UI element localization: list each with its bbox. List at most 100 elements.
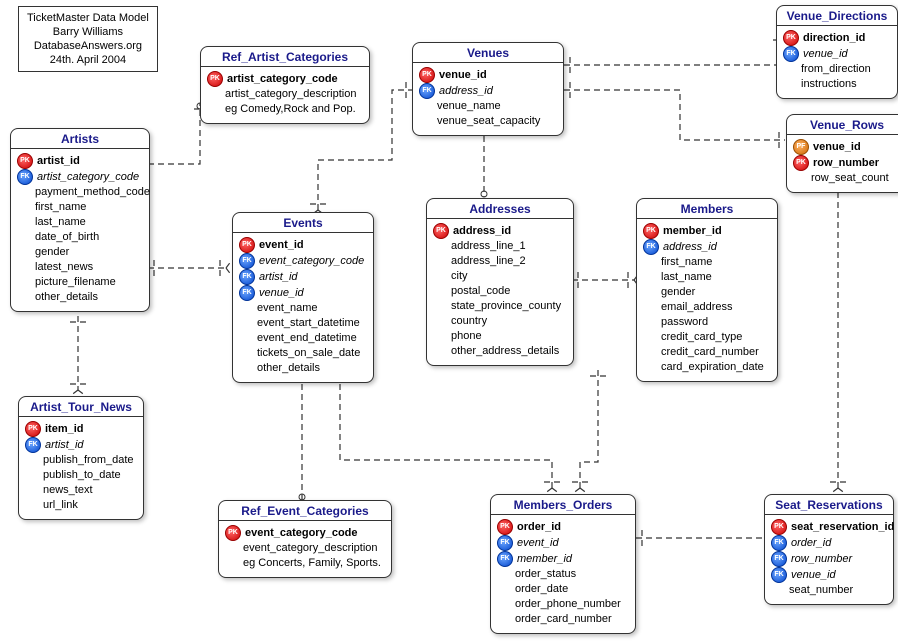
attribute-text: latest_news <box>35 260 93 275</box>
fk-icon <box>497 551 513 567</box>
attribute-text: venue_name <box>437 99 501 114</box>
entity-ref-event-categories: Ref_Event_Categories event_category_code… <box>218 500 392 578</box>
spacer-icon <box>643 331 657 345</box>
attribute-text: event_start_datetime <box>257 316 360 331</box>
attribute-row: seat_number <box>771 583 887 598</box>
spacer-icon <box>771 584 785 598</box>
attribute-row: order_card_number <box>497 612 629 627</box>
attribute-row: artist_category_code <box>17 169 143 185</box>
entity-body-members-orders: order_idevent_idmember_idorder_statusord… <box>491 515 635 633</box>
attribute-row: latest_news <box>17 260 143 275</box>
entity-body-venue-directions: direction_idvenue_idfrom_directioninstru… <box>777 26 897 98</box>
attribute-text: url_link <box>43 498 78 513</box>
attribute-row: row_seat_count <box>793 171 898 186</box>
entity-body-venue-rows: venue_idrow_numberrow_seat_count <box>787 135 898 192</box>
attribute-text: seat_reservation_id <box>791 520 894 535</box>
spacer-icon <box>239 347 253 361</box>
entity-events: Events event_idevent_category_codeartist… <box>232 212 374 383</box>
pk-icon <box>783 30 799 46</box>
fk-icon <box>239 253 255 269</box>
attribute-text: row_number <box>791 552 852 567</box>
attribute-row: gender <box>643 285 771 300</box>
attribute-text: order_card_number <box>515 612 612 627</box>
pk-icon <box>207 71 223 87</box>
attribute-row: state_province_county <box>433 299 567 314</box>
spacer-icon <box>17 246 31 260</box>
spacer-icon <box>207 103 221 117</box>
attribute-row: event_start_datetime <box>239 316 367 331</box>
spacer-icon <box>497 583 511 597</box>
attribute-row: item_id <box>25 421 137 437</box>
attribute-row: event_category_code <box>225 525 385 541</box>
spacer-icon <box>433 285 447 299</box>
entity-title: Venue_Directions <box>777 6 897 26</box>
entity-body-ref-event-categories: event_category_codeevent_category_descri… <box>219 521 391 577</box>
attribute-text: member_id <box>517 552 572 567</box>
attribute-text: first_name <box>35 200 86 215</box>
attribute-text: member_id <box>663 224 722 239</box>
attribute-row: venue_seat_capacity <box>419 114 557 129</box>
attribute-row: first_name <box>643 255 771 270</box>
spacer-icon <box>25 454 39 468</box>
attribute-row: artist_category_description <box>207 87 363 102</box>
attribute-row: venue_id <box>419 67 557 83</box>
attribute-text: last_name <box>35 215 86 230</box>
info-box: TicketMaster Data Model Barry Williams D… <box>18 6 158 72</box>
attribute-row: event_name <box>239 301 367 316</box>
attribute-row: address_line_2 <box>433 254 567 269</box>
attribute-text: venue_id <box>259 286 304 301</box>
attribute-text: eg Comedy,Rock and Pop. <box>225 102 356 117</box>
attribute-row: publish_from_date <box>25 453 137 468</box>
spacer-icon <box>433 345 447 359</box>
attribute-text: address_id <box>453 224 511 239</box>
attribute-text: order_id <box>517 520 561 535</box>
attribute-text: country <box>451 314 487 329</box>
attribute-text: last_name <box>661 270 712 285</box>
attribute-text: venue_id <box>803 47 848 62</box>
spacer-icon <box>225 557 239 571</box>
attribute-row: row_number <box>793 155 898 171</box>
attribute-text: artist_category_code <box>37 170 139 185</box>
entity-ref-artist-categories: Ref_Artist_Categories artist_category_co… <box>200 46 370 124</box>
attribute-row: member_id <box>643 223 771 239</box>
attribute-text: tickets_on_sale_date <box>257 346 360 361</box>
attribute-row: city <box>433 269 567 284</box>
attribute-row: order_id <box>497 519 629 535</box>
pk-icon <box>793 155 809 171</box>
attribute-row: member_id <box>497 551 629 567</box>
spacer-icon <box>643 256 657 270</box>
entity-title: Events <box>233 213 373 233</box>
attribute-row: address_id <box>433 223 567 239</box>
attribute-text: venue_id <box>791 568 836 583</box>
spacer-icon <box>17 276 31 290</box>
spacer-icon <box>643 361 657 375</box>
spacer-icon <box>643 301 657 315</box>
entity-members: Members member_idaddress_idfirst_namelas… <box>636 198 778 382</box>
attribute-text: venue_seat_capacity <box>437 114 540 129</box>
attribute-row: picture_filename <box>17 275 143 290</box>
pk-icon <box>497 519 513 535</box>
spacer-icon <box>433 315 447 329</box>
attribute-text: payment_method_code <box>35 185 150 200</box>
spacer-icon <box>497 613 511 627</box>
attribute-text: event_end_datetime <box>257 331 357 346</box>
attribute-row: order_status <box>497 567 629 582</box>
spacer-icon <box>497 568 511 582</box>
entity-artist-tour-news: Artist_Tour_News item_idartist_idpublish… <box>18 396 144 520</box>
entity-title: Ref_Artist_Categories <box>201 47 369 67</box>
attribute-text: from_direction <box>801 62 871 77</box>
attribute-row: payment_method_code <box>17 185 143 200</box>
attribute-row: password <box>643 315 771 330</box>
attribute-text: other_details <box>257 361 320 376</box>
attribute-text: instructions <box>801 77 857 92</box>
attribute-text: order_status <box>515 567 576 582</box>
attribute-text: event_category_code <box>245 526 358 541</box>
fk-icon <box>239 285 255 301</box>
attribute-row: eg Concerts, Family, Sports. <box>225 556 385 571</box>
entity-body-members: member_idaddress_idfirst_namelast_namege… <box>637 219 777 381</box>
attribute-row: seat_reservation_id <box>771 519 887 535</box>
attribute-text: publish_from_date <box>43 453 134 468</box>
attribute-text: order_phone_number <box>515 597 621 612</box>
attribute-row: eg Comedy,Rock and Pop. <box>207 102 363 117</box>
attribute-text: seat_number <box>789 583 853 598</box>
